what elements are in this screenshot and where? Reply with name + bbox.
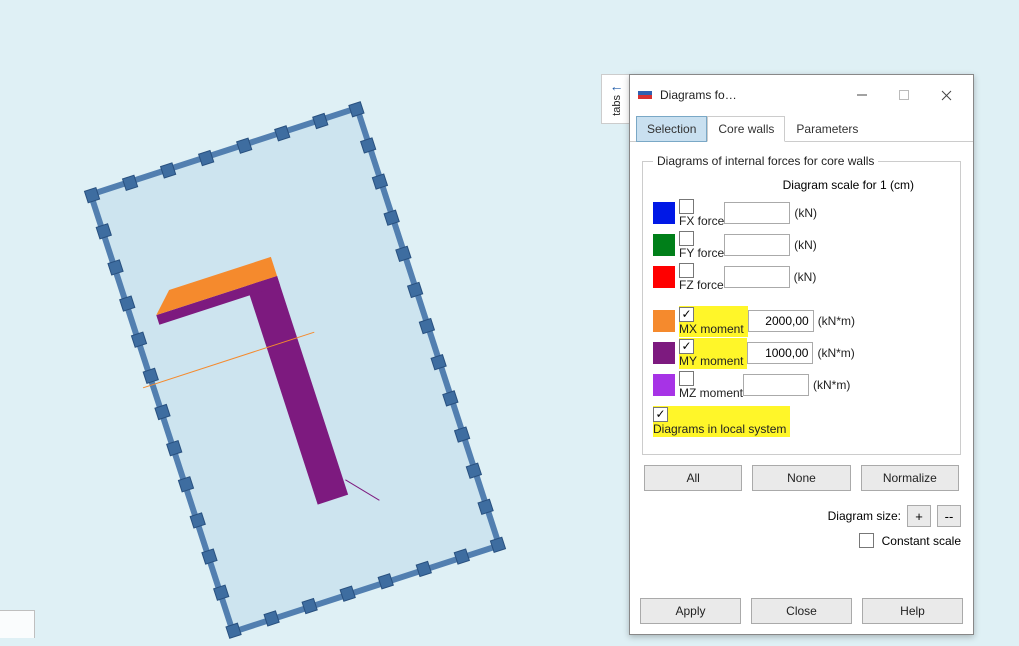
close-dialog-button[interactable]: Close <box>751 598 852 624</box>
selection-buttons: All None Normalize <box>642 465 961 491</box>
label-fz: FZ force <box>679 278 724 292</box>
color-swatch-my <box>653 342 675 364</box>
apply-button-label: Apply <box>675 604 705 618</box>
tab-parameters[interactable]: Parameters <box>785 116 869 142</box>
scale-input-mx[interactable] <box>748 310 814 332</box>
scale-input-mz[interactable] <box>743 374 809 396</box>
help-button-label: Help <box>900 604 925 618</box>
diagram-size-minus-button[interactable]: -- <box>937 505 961 527</box>
checkbox-constant-scale[interactable] <box>859 533 874 548</box>
maximize-icon <box>899 90 909 100</box>
maximize-button[interactable] <box>883 81 925 109</box>
unit-mx: (kN*m) <box>818 314 860 328</box>
label-local-system: Diagrams in local system <box>653 422 786 436</box>
color-swatch-fx <box>653 202 675 224</box>
arrow-left-icon: ← <box>610 79 624 93</box>
checkbox-mx[interactable] <box>679 307 694 322</box>
frame-fragment <box>0 610 35 638</box>
diagram-size-plus-button[interactable]: + <box>907 505 931 527</box>
tab-core-walls[interactable]: Core walls <box>707 116 785 142</box>
close-icon <box>941 90 952 101</box>
titlebar[interactable]: Diagrams fo… <box>630 75 973 115</box>
label-mz: MZ moment <box>679 386 743 400</box>
checkbox-fz[interactable] <box>679 263 694 278</box>
checkbox-mz[interactable] <box>679 371 694 386</box>
label-wrap-mz: MZ moment <box>679 371 743 400</box>
tabs-handle-label: tabs <box>611 95 623 116</box>
scale-input-fy[interactable] <box>724 234 790 256</box>
tabs-panel-handle[interactable]: ← tabs <box>601 74 631 124</box>
unit-fy: (kN) <box>794 238 836 252</box>
row-my: MY moment (kN*m) <box>653 338 950 368</box>
row-fz: FZ force (kN) <box>653 262 950 292</box>
group-title: Diagrams of internal forces for core wal… <box>653 154 878 168</box>
unit-my: (kN*m) <box>817 346 859 360</box>
row-fx: FX force (kN) <box>653 198 950 228</box>
color-swatch-mz <box>653 374 675 396</box>
forces-group: Diagrams of internal forces for core wal… <box>642 154 961 455</box>
scale-input-my[interactable] <box>747 342 813 364</box>
none-button-label: None <box>787 471 816 485</box>
minimize-icon <box>857 90 867 100</box>
diagram-size-label: Diagram size: <box>828 509 901 523</box>
color-swatch-fy <box>653 234 675 256</box>
tabs: Selection Core walls Parameters <box>630 115 973 142</box>
plus-icon: + <box>915 509 923 524</box>
all-button[interactable]: All <box>644 465 742 491</box>
color-swatch-fz <box>653 266 675 288</box>
tab-selection-label: Selection <box>647 122 696 136</box>
row-fy: FY force (kN) <box>653 230 950 260</box>
label-fx: FX force <box>679 214 724 228</box>
label-fy: FY force <box>679 246 724 260</box>
diagram-size-row: Diagram size: + -- <box>642 505 961 527</box>
none-button[interactable]: None <box>752 465 850 491</box>
close-button[interactable] <box>925 81 967 109</box>
row-constant-scale: Constant scale <box>642 533 961 548</box>
tab-core-walls-label: Core walls <box>718 122 774 136</box>
checkbox-fx[interactable] <box>679 199 694 214</box>
color-swatch-mx <box>653 310 675 332</box>
tab-parameters-label: Parameters <box>796 122 858 136</box>
app-icon <box>636 86 654 104</box>
row-mx: MX moment (kN*m) <box>653 306 950 336</box>
help-button[interactable]: Help <box>862 598 963 624</box>
label-wrap-fz: FZ force <box>679 263 724 292</box>
tab-selection[interactable]: Selection <box>636 116 707 142</box>
core-walls-panel: Diagrams of internal forces for core wal… <box>630 142 973 590</box>
row-local-system: Diagrams in local system <box>653 406 950 436</box>
diagrams-dialog: Diagrams fo… Selection Core walls Parame… <box>629 74 974 635</box>
label-wrap-fx: FX force <box>679 199 724 228</box>
unit-fz: (kN) <box>794 270 836 284</box>
minus-icon: -- <box>945 509 954 524</box>
footer-buttons: Apply Close Help <box>630 590 973 634</box>
label-constant-scale: Constant scale <box>882 534 961 548</box>
minimize-button[interactable] <box>841 81 883 109</box>
dialog-title: Diagrams fo… <box>660 88 737 102</box>
scale-header: Diagram scale for 1 (cm) <box>653 178 950 192</box>
all-button-label: All <box>686 471 699 485</box>
unit-mz: (kN*m) <box>813 378 855 392</box>
apply-button[interactable]: Apply <box>640 598 741 624</box>
label-wrap-my: MY moment <box>679 338 747 369</box>
label-mx: MX moment <box>679 322 744 336</box>
checkbox-local-system[interactable] <box>653 407 668 422</box>
label-wrap-fy: FY force <box>679 231 724 260</box>
label-wrap-mx: MX moment <box>679 306 748 337</box>
scale-input-fx[interactable] <box>724 202 790 224</box>
checkbox-my[interactable] <box>679 339 694 354</box>
label-my: MY moment <box>679 354 743 368</box>
checkbox-fy[interactable] <box>679 231 694 246</box>
scale-input-fz[interactable] <box>724 266 790 288</box>
unit-fx: (kN) <box>794 206 836 220</box>
close-dialog-button-label: Close <box>786 604 817 618</box>
row-mz: MZ moment (kN*m) <box>653 370 950 400</box>
normalize-button[interactable]: Normalize <box>861 465 959 491</box>
normalize-button-label: Normalize <box>883 471 937 485</box>
